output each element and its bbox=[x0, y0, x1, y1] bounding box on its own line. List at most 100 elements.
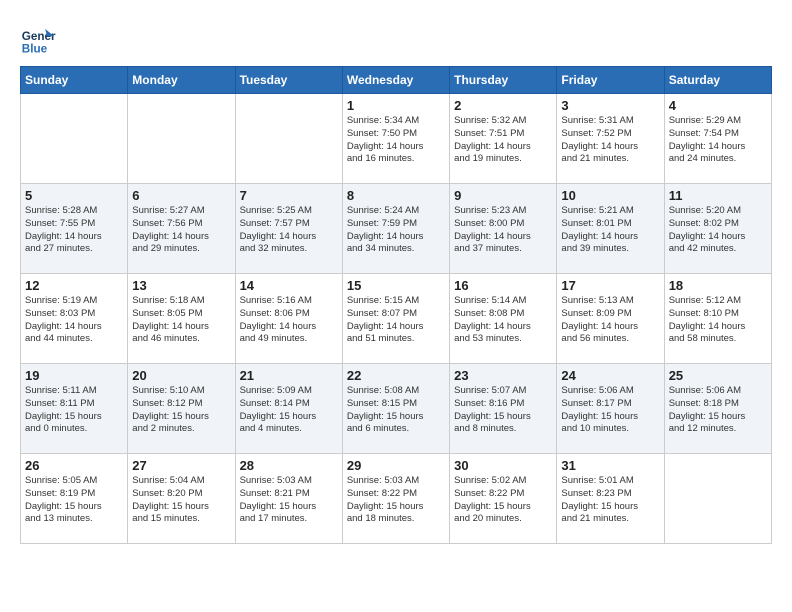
day-number: 15 bbox=[347, 278, 445, 293]
page-header: General Blue bbox=[20, 20, 772, 56]
day-number: 4 bbox=[669, 98, 767, 113]
day-number: 14 bbox=[240, 278, 338, 293]
day-detail: Sunrise: 5:09 AM Sunset: 8:14 PM Dayligh… bbox=[240, 385, 338, 436]
calendar-cell: 19 Sunrise: 5:11 AM Sunset: 8:11 PM Dayli… bbox=[21, 364, 128, 454]
calendar-cell: 29 Sunrise: 5:03 AM Sunset: 8:22 PM Dayli… bbox=[342, 454, 449, 544]
calendar-cell: 31 Sunrise: 5:01 AM Sunset: 8:23 PM Dayli… bbox=[557, 454, 664, 544]
svg-text:Blue: Blue bbox=[22, 42, 48, 55]
svg-text:General: General bbox=[22, 30, 56, 43]
calendar-cell: 24 Sunrise: 5:06 AM Sunset: 8:17 PM Dayli… bbox=[557, 364, 664, 454]
day-detail: Sunrise: 5:15 AM Sunset: 8:07 PM Dayligh… bbox=[347, 295, 445, 346]
logo-icon: General Blue bbox=[20, 20, 56, 56]
day-detail: Sunrise: 5:04 AM Sunset: 8:20 PM Dayligh… bbox=[132, 475, 230, 526]
calendar-cell: 5Sunrise: 5:28 AM Sunset: 7:55 PM Daylig… bbox=[21, 184, 128, 274]
day-number: 10 bbox=[561, 188, 659, 203]
calendar-cell bbox=[664, 454, 771, 544]
day-number: 19 bbox=[25, 368, 123, 383]
calendar-cell: 25 Sunrise: 5:06 AM Sunset: 8:18 PM Dayli… bbox=[664, 364, 771, 454]
calendar-week-0: 1 Sunrise: 5:34 AM Sunset: 7:50 PM Daylig… bbox=[21, 94, 772, 184]
day-detail: Sunrise: 5:24 AM Sunset: 7:59 PM Dayligh… bbox=[347, 205, 445, 256]
day-detail: Sunrise: 5:11 AM Sunset: 8:11 PM Dayligh… bbox=[25, 385, 123, 436]
day-number: 13 bbox=[132, 278, 230, 293]
day-number: 29 bbox=[347, 458, 445, 473]
weekday-header-thursday: Thursday bbox=[450, 67, 557, 94]
calendar-week-4: 26Sunrise: 5:05 AM Sunset: 8:19 PM Dayli… bbox=[21, 454, 772, 544]
calendar-header: SundayMondayTuesdayWednesdayThursdayFrid… bbox=[21, 67, 772, 94]
calendar-cell: 9Sunrise: 5:23 AM Sunset: 8:00 PM Daylig… bbox=[450, 184, 557, 274]
day-detail: Sunrise: 5:27 AM Sunset: 7:56 PM Dayligh… bbox=[132, 205, 230, 256]
calendar-cell: 13 Sunrise: 5:18 AM Sunset: 8:05 PM Dayli… bbox=[128, 274, 235, 364]
weekday-header-tuesday: Tuesday bbox=[235, 67, 342, 94]
day-detail: Sunrise: 5:03 AM Sunset: 8:21 PM Dayligh… bbox=[240, 475, 338, 526]
day-detail: Sunrise: 5:06 AM Sunset: 8:18 PM Dayligh… bbox=[669, 385, 767, 436]
day-detail: Sunrise: 5:32 AM Sunset: 7:51 PM Dayligh… bbox=[454, 115, 552, 166]
day-detail: Sunrise: 5:10 AM Sunset: 8:12 PM Dayligh… bbox=[132, 385, 230, 436]
calendar-cell: 21 Sunrise: 5:09 AM Sunset: 8:14 PM Dayli… bbox=[235, 364, 342, 454]
calendar-cell: 6 Sunrise: 5:27 AM Sunset: 7:56 PM Daylig… bbox=[128, 184, 235, 274]
day-detail: Sunrise: 5:14 AM Sunset: 8:08 PM Dayligh… bbox=[454, 295, 552, 346]
calendar-cell: 26Sunrise: 5:05 AM Sunset: 8:19 PM Dayli… bbox=[21, 454, 128, 544]
day-detail: Sunrise: 5:21 AM Sunset: 8:01 PM Dayligh… bbox=[561, 205, 659, 256]
day-detail: Sunrise: 5:34 AM Sunset: 7:50 PM Dayligh… bbox=[347, 115, 445, 166]
day-number: 16 bbox=[454, 278, 552, 293]
weekday-header-sunday: Sunday bbox=[21, 67, 128, 94]
calendar-week-2: 12Sunrise: 5:19 AM Sunset: 8:03 PM Dayli… bbox=[21, 274, 772, 364]
day-detail: Sunrise: 5:03 AM Sunset: 8:22 PM Dayligh… bbox=[347, 475, 445, 526]
calendar-cell: 10 Sunrise: 5:21 AM Sunset: 8:01 PM Dayli… bbox=[557, 184, 664, 274]
day-number: 31 bbox=[561, 458, 659, 473]
day-detail: Sunrise: 5:07 AM Sunset: 8:16 PM Dayligh… bbox=[454, 385, 552, 436]
day-number: 25 bbox=[669, 368, 767, 383]
calendar-cell: 23 Sunrise: 5:07 AM Sunset: 8:16 PM Dayli… bbox=[450, 364, 557, 454]
day-number: 1 bbox=[347, 98, 445, 113]
day-number: 11 bbox=[669, 188, 767, 203]
day-detail: Sunrise: 5:13 AM Sunset: 8:09 PM Dayligh… bbox=[561, 295, 659, 346]
calendar-cell: 14 Sunrise: 5:16 AM Sunset: 8:06 PM Dayli… bbox=[235, 274, 342, 364]
day-number: 9 bbox=[454, 188, 552, 203]
calendar-cell bbox=[235, 94, 342, 184]
day-number: 20 bbox=[132, 368, 230, 383]
calendar-cell: 3Sunrise: 5:31 AM Sunset: 7:52 PM Daylig… bbox=[557, 94, 664, 184]
logo: General Blue bbox=[20, 20, 56, 56]
day-number: 17 bbox=[561, 278, 659, 293]
day-number: 24 bbox=[561, 368, 659, 383]
calendar-cell: 22 Sunrise: 5:08 AM Sunset: 8:15 PM Dayli… bbox=[342, 364, 449, 454]
day-number: 23 bbox=[454, 368, 552, 383]
calendar-cell: 15 Sunrise: 5:15 AM Sunset: 8:07 PM Dayli… bbox=[342, 274, 449, 364]
day-detail: Sunrise: 5:29 AM Sunset: 7:54 PM Dayligh… bbox=[669, 115, 767, 166]
weekday-header-wednesday: Wednesday bbox=[342, 67, 449, 94]
calendar-cell: 12Sunrise: 5:19 AM Sunset: 8:03 PM Dayli… bbox=[21, 274, 128, 364]
day-number: 28 bbox=[240, 458, 338, 473]
day-detail: Sunrise: 5:05 AM Sunset: 8:19 PM Dayligh… bbox=[25, 475, 123, 526]
day-number: 12 bbox=[25, 278, 123, 293]
calendar-cell: 17 Sunrise: 5:13 AM Sunset: 8:09 PM Dayli… bbox=[557, 274, 664, 364]
day-detail: Sunrise: 5:06 AM Sunset: 8:17 PM Dayligh… bbox=[561, 385, 659, 436]
day-detail: Sunrise: 5:01 AM Sunset: 8:23 PM Dayligh… bbox=[561, 475, 659, 526]
day-detail: Sunrise: 5:18 AM Sunset: 8:05 PM Dayligh… bbox=[132, 295, 230, 346]
day-number: 2 bbox=[454, 98, 552, 113]
weekday-header-saturday: Saturday bbox=[664, 67, 771, 94]
day-number: 27 bbox=[132, 458, 230, 473]
calendar-cell: 20 Sunrise: 5:10 AM Sunset: 8:12 PM Dayli… bbox=[128, 364, 235, 454]
calendar-cell: 4 Sunrise: 5:29 AM Sunset: 7:54 PM Daylig… bbox=[664, 94, 771, 184]
weekday-header-monday: Monday bbox=[128, 67, 235, 94]
day-detail: Sunrise: 5:16 AM Sunset: 8:06 PM Dayligh… bbox=[240, 295, 338, 346]
calendar-cell: 16 Sunrise: 5:14 AM Sunset: 8:08 PM Dayli… bbox=[450, 274, 557, 364]
day-detail: Sunrise: 5:25 AM Sunset: 7:57 PM Dayligh… bbox=[240, 205, 338, 256]
day-number: 6 bbox=[132, 188, 230, 203]
day-detail: Sunrise: 5:20 AM Sunset: 8:02 PM Dayligh… bbox=[669, 205, 767, 256]
day-number: 22 bbox=[347, 368, 445, 383]
day-number: 7 bbox=[240, 188, 338, 203]
calendar-cell bbox=[21, 94, 128, 184]
weekday-header-friday: Friday bbox=[557, 67, 664, 94]
day-number: 18 bbox=[669, 278, 767, 293]
day-number: 8 bbox=[347, 188, 445, 203]
day-number: 5 bbox=[25, 188, 123, 203]
day-number: 3 bbox=[561, 98, 659, 113]
day-detail: Sunrise: 5:08 AM Sunset: 8:15 PM Dayligh… bbox=[347, 385, 445, 436]
calendar-cell: 28 Sunrise: 5:03 AM Sunset: 8:21 PM Dayli… bbox=[235, 454, 342, 544]
calendar-week-1: 5Sunrise: 5:28 AM Sunset: 7:55 PM Daylig… bbox=[21, 184, 772, 274]
day-detail: Sunrise: 5:02 AM Sunset: 8:22 PM Dayligh… bbox=[454, 475, 552, 526]
calendar-cell: 18Sunrise: 5:12 AM Sunset: 8:10 PM Dayli… bbox=[664, 274, 771, 364]
calendar-cell: 30Sunrise: 5:02 AM Sunset: 8:22 PM Dayli… bbox=[450, 454, 557, 544]
day-number: 21 bbox=[240, 368, 338, 383]
